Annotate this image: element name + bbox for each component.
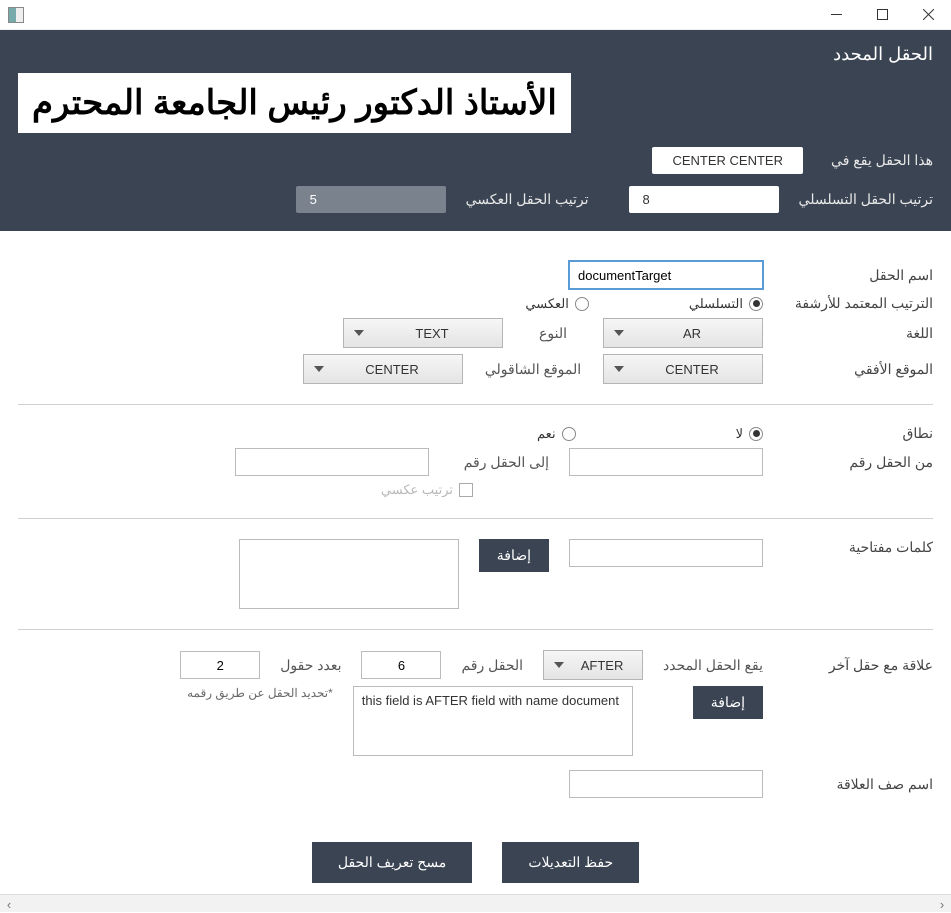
keywords-label: كلمات مفتاحية <box>783 539 933 556</box>
radio-icon <box>562 427 576 441</box>
radio-icon <box>749 297 763 311</box>
type-combo[interactable]: TEXT <box>343 318 503 348</box>
selected-field-text: الأستاذ الدكتور رئيس الجامعة المحترم <box>18 73 571 133</box>
radio-yes[interactable]: نعم <box>537 426 576 442</box>
position-value: CENTER CENTER <box>652 147 803 174</box>
keywords-listbox[interactable] <box>239 539 459 609</box>
language-label: اللغة <box>783 325 933 342</box>
range-label: نطاق <box>783 425 933 442</box>
rel-class-label: اسم صف العلاقة <box>783 776 933 793</box>
close-button[interactable] <box>905 0 951 30</box>
field-num-input[interactable] <box>361 651 441 679</box>
type-label: النوع <box>523 325 583 342</box>
add-relation-button[interactable]: إضافة <box>693 686 763 719</box>
language-value: AR <box>630 326 754 341</box>
chevron-down-icon <box>608 366 630 372</box>
minimize-button[interactable] <box>813 0 859 30</box>
relation-textarea[interactable]: this field is AFTER field with name docu… <box>353 686 633 756</box>
hpos-value: CENTER <box>630 362 754 377</box>
rel-class-input[interactable] <box>569 770 763 798</box>
radio-reverse[interactable]: العكسي <box>525 296 588 312</box>
header-panel: الحقل المحدد الأستاذ الدكتور رئيس الجامع… <box>0 30 951 231</box>
action-bar: حفظ التعديلات مسح تعريف الحقل <box>18 818 933 891</box>
field-name-label: اسم الحقل <box>783 267 933 284</box>
save-button[interactable]: حفظ التعديلات <box>502 842 639 883</box>
radio-reverse-label: العكسي <box>525 296 568 312</box>
to-field-input[interactable] <box>235 448 429 476</box>
vpos-value: CENTER <box>330 362 454 377</box>
clear-button[interactable]: مسح تعريف الحقل <box>312 842 472 883</box>
chevron-down-icon <box>548 662 570 668</box>
language-combo[interactable]: AR <box>603 318 763 348</box>
content-scroll[interactable]: اسم الحقل الترتيب المعتمد للأرشفة التسلس… <box>0 231 951 891</box>
reverse-order-checkbox: ترتيب عكسي <box>381 482 473 498</box>
radio-yes-label: نعم <box>537 426 556 442</box>
hpos-label: الموقع الأفقي <box>783 361 933 378</box>
radio-sequential-label: التسلسلي <box>689 296 743 312</box>
seq-order-value: 8 <box>629 186 779 213</box>
to-field-label: إلى الحقل رقم <box>449 454 549 471</box>
field-num-label: الحقل رقم <box>461 657 523 674</box>
type-value: TEXT <box>370 326 494 341</box>
window-controls <box>813 0 951 30</box>
app-icon <box>8 7 24 23</box>
hpos-combo[interactable]: CENTER <box>603 354 763 384</box>
count-label: بعدد حقول <box>280 657 341 674</box>
maximize-button[interactable] <box>859 0 905 30</box>
add-keyword-button[interactable]: إضافة <box>479 539 549 572</box>
radio-sequential[interactable]: التسلسلي <box>689 296 763 312</box>
vpos-combo[interactable]: CENTER <box>303 354 463 384</box>
relpos-combo[interactable]: AFTER <box>543 650 643 680</box>
relpos-label: يقع الحقل المحدد <box>663 657 763 674</box>
seq-order-label: ترتيب الحقل التسلسلي <box>799 191 933 208</box>
chevron-down-icon <box>348 330 370 336</box>
radio-icon <box>575 297 589 311</box>
count-input[interactable] <box>180 651 260 679</box>
radio-icon <box>749 427 763 441</box>
relpos-value: AFTER <box>570 658 634 673</box>
radio-no[interactable]: لا <box>736 426 763 442</box>
scroll-right-icon: › <box>933 895 951 913</box>
position-label: هذا الحقل يقع في <box>823 152 933 169</box>
field-name-input[interactable] <box>569 261 763 289</box>
window-titlebar <box>0 0 951 30</box>
chevron-down-icon <box>308 366 330 372</box>
chevron-down-icon <box>608 330 630 336</box>
vpos-label: الموقع الشاقولي <box>483 361 583 378</box>
reverse-order-label: ترتيب عكسي <box>381 482 453 498</box>
section-title: الحقل المحدد <box>18 44 933 65</box>
side-note: *تحديد الحقل عن طريق رقمه <box>187 686 333 700</box>
keyword-input[interactable] <box>569 539 763 567</box>
rev-order-label: ترتيب الحقل العكسي <box>466 191 589 208</box>
horizontal-scrollbar[interactable]: ‹ › <box>0 894 951 912</box>
rev-order-value: 5 <box>296 186 446 213</box>
scroll-left-icon: ‹ <box>0 895 18 913</box>
checkbox-icon <box>459 483 473 497</box>
relation-label: علاقة مع حقل آخر <box>783 657 933 674</box>
archive-order-label: الترتيب المعتمد للأرشفة <box>783 295 933 312</box>
from-field-input[interactable] <box>569 448 763 476</box>
radio-no-label: لا <box>736 426 743 442</box>
from-field-label: من الحقل رقم <box>783 454 933 471</box>
